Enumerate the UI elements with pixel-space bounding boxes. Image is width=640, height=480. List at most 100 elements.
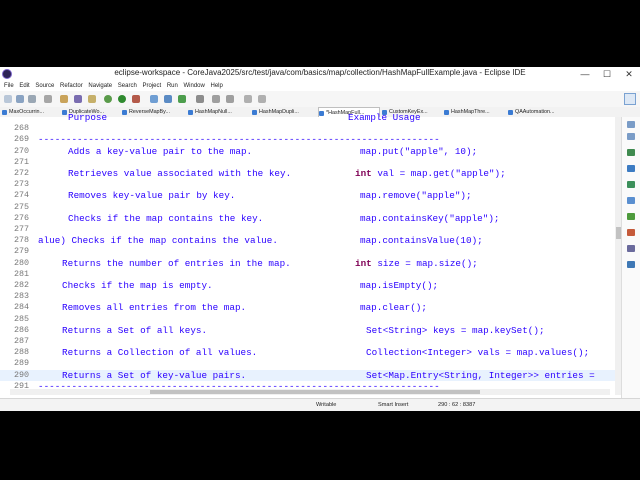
javadoc-icon[interactable] xyxy=(627,197,635,204)
menu-project[interactable]: Project xyxy=(142,81,161,91)
code-line[interactable]: 279 xyxy=(0,246,615,257)
line-number: 271 xyxy=(14,156,30,167)
code-line[interactable]: 277 xyxy=(0,224,615,235)
toggle-breadcrumb-icon[interactable] xyxy=(88,95,96,103)
toggle-mark-icon[interactable] xyxy=(60,95,68,103)
code-line[interactable]: 282 Checks if the map is empty. map.isEmpt… xyxy=(0,280,615,291)
line-number: 277 xyxy=(14,224,30,234)
open-type-icon[interactable] xyxy=(74,95,82,103)
outline-view-icon[interactable] xyxy=(627,149,635,156)
new-class-icon[interactable] xyxy=(178,95,186,103)
horizontal-scroll-thumb[interactable] xyxy=(150,390,480,394)
comment-purpose: Checks if the map is empty. xyxy=(62,280,213,291)
menu-edit[interactable]: Edit xyxy=(19,81,29,91)
save-all-icon[interactable] xyxy=(28,95,36,103)
comment-usage: Set<String> keys = map.keySet(); xyxy=(366,324,545,336)
code-line[interactable]: 286 Returns a Set of all keys. Set<String>… xyxy=(0,325,615,336)
code-line[interactable]: 290 Returns a Set of key-value pairs. Set<… xyxy=(0,369,615,381)
comment-purpose: Removes all entries from the map. xyxy=(62,302,247,314)
new-package-icon[interactable] xyxy=(164,95,172,103)
code-editor[interactable]: Purpose Example Usage 268 269 --------------… xyxy=(0,112,615,395)
code-line[interactable]: 275 xyxy=(0,202,615,213)
comment-purpose: Removes key-value pair by key. xyxy=(68,190,236,202)
print-icon[interactable] xyxy=(44,95,52,103)
comment-usage: map.containsValue(10); xyxy=(360,235,483,247)
maximize-view-icon[interactable] xyxy=(627,133,635,140)
previous-annotation-icon[interactable] xyxy=(226,95,234,103)
problems-icon[interactable] xyxy=(627,229,635,236)
usage-code: size = map.size(); xyxy=(371,257,478,269)
code-line[interactable]: 271 xyxy=(0,157,615,168)
code-line[interactable]: 285 xyxy=(0,314,615,325)
title-bar: eclipse-workspace - CoreJava2025/src/tes… xyxy=(0,67,640,82)
comment-purpose: alue) Checks if the map contains the val… xyxy=(38,235,278,247)
progress-icon[interactable] xyxy=(627,261,635,268)
menu-search[interactable]: Search xyxy=(118,81,137,91)
line-number: 278 xyxy=(14,235,30,246)
window-title: eclipse-workspace - CoreJava2025/src/tes… xyxy=(114,68,526,77)
comment-usage: map.put("apple", 10); xyxy=(360,145,478,157)
line-number: 282 xyxy=(14,280,30,290)
code-line[interactable]: 281 xyxy=(0,269,615,280)
forward-icon[interactable] xyxy=(258,95,266,103)
comment-purpose: Checks if the map contains the key. xyxy=(68,212,264,224)
line-number: 275 xyxy=(14,201,30,212)
restore-icon[interactable] xyxy=(627,121,635,128)
code-line[interactable]: 273 xyxy=(0,179,615,190)
menu-run[interactable]: Run xyxy=(167,81,178,91)
code-line[interactable]: 272 Retrieves value associated with the k… xyxy=(0,168,615,179)
horizontal-scrollbar[interactable] xyxy=(10,389,610,395)
code-line[interactable]: 284 Removes all entries from the map. map.… xyxy=(0,302,615,313)
task-list-icon[interactable] xyxy=(627,165,635,172)
code-line[interactable]: 276 Checks if the map contains the key. ma… xyxy=(0,213,615,224)
line-number: 268 xyxy=(14,123,30,134)
search-icon[interactable] xyxy=(196,95,204,103)
debug-icon[interactable] xyxy=(104,95,112,103)
code-line[interactable]: 269 -------------------------------------… xyxy=(0,134,615,145)
line-number: 286 xyxy=(14,324,30,335)
perspective-side-toolbar xyxy=(621,117,640,411)
line-number: 269 xyxy=(14,134,30,145)
eclipse-window: eclipse-workspace - CoreJava2025/src/tes… xyxy=(0,67,640,411)
code-line[interactable]: 283 xyxy=(0,291,615,302)
menu-source[interactable]: Source xyxy=(35,81,54,91)
minimize-button[interactable]: — xyxy=(574,67,596,81)
perspective-icon[interactable] xyxy=(624,93,636,105)
hierarchy-icon[interactable] xyxy=(627,181,635,188)
next-annotation-icon[interactable] xyxy=(212,95,220,103)
menu-navigate[interactable]: Navigate xyxy=(88,81,112,91)
console-icon[interactable] xyxy=(627,245,635,252)
back-icon[interactable] xyxy=(244,95,252,103)
external-tools-icon[interactable] xyxy=(132,95,140,103)
comment-usage: Collection<Integer> vals = map.values(); xyxy=(366,347,590,359)
cursor-position-status: 290 : 62 : 8387 xyxy=(438,402,476,408)
code-line[interactable]: 278 alue) Checks if the map contains the … xyxy=(0,235,615,246)
code-line[interactable]: 280 Returns the number of entries in the … xyxy=(0,258,615,269)
menu-help[interactable]: Help xyxy=(211,81,223,91)
line-number: 283 xyxy=(14,291,30,302)
line-number: 272 xyxy=(14,168,30,178)
line-number: 270 xyxy=(14,145,30,156)
maximize-button[interactable]: ☐ xyxy=(596,67,618,81)
usage-code: val = map.get("apple"); xyxy=(371,168,506,179)
declaration-icon[interactable] xyxy=(627,213,635,220)
code-line[interactable]: 270 Adds a key-value pair to the map. map.… xyxy=(0,146,615,157)
code-line[interactable]: 288 Returns a Collection of all values. Co… xyxy=(0,347,615,358)
run-icon[interactable] xyxy=(118,95,126,103)
menu-file[interactable]: File xyxy=(4,81,14,91)
code-line[interactable]: 274 Removes key-value pair by key. map.rem… xyxy=(0,190,615,201)
new-icon[interactable] xyxy=(4,95,12,103)
new-java-project-icon[interactable] xyxy=(150,95,158,103)
code-line[interactable]: Purpose Example Usage xyxy=(0,112,615,123)
code-line[interactable]: 268 xyxy=(0,123,615,134)
line-number: 290 xyxy=(14,369,30,380)
code-line[interactable]: 287 xyxy=(0,336,615,347)
main-toolbar xyxy=(0,91,640,108)
save-icon[interactable] xyxy=(16,95,24,103)
code-line[interactable]: 289 xyxy=(0,358,615,369)
comment-usage: int val = map.get("apple"); xyxy=(355,168,506,179)
close-button[interactable]: ✕ xyxy=(618,67,640,81)
comment-usage: map.clear(); xyxy=(360,302,427,314)
menu-refactor[interactable]: Refactor xyxy=(60,81,83,91)
menu-window[interactable]: Window xyxy=(184,81,205,91)
